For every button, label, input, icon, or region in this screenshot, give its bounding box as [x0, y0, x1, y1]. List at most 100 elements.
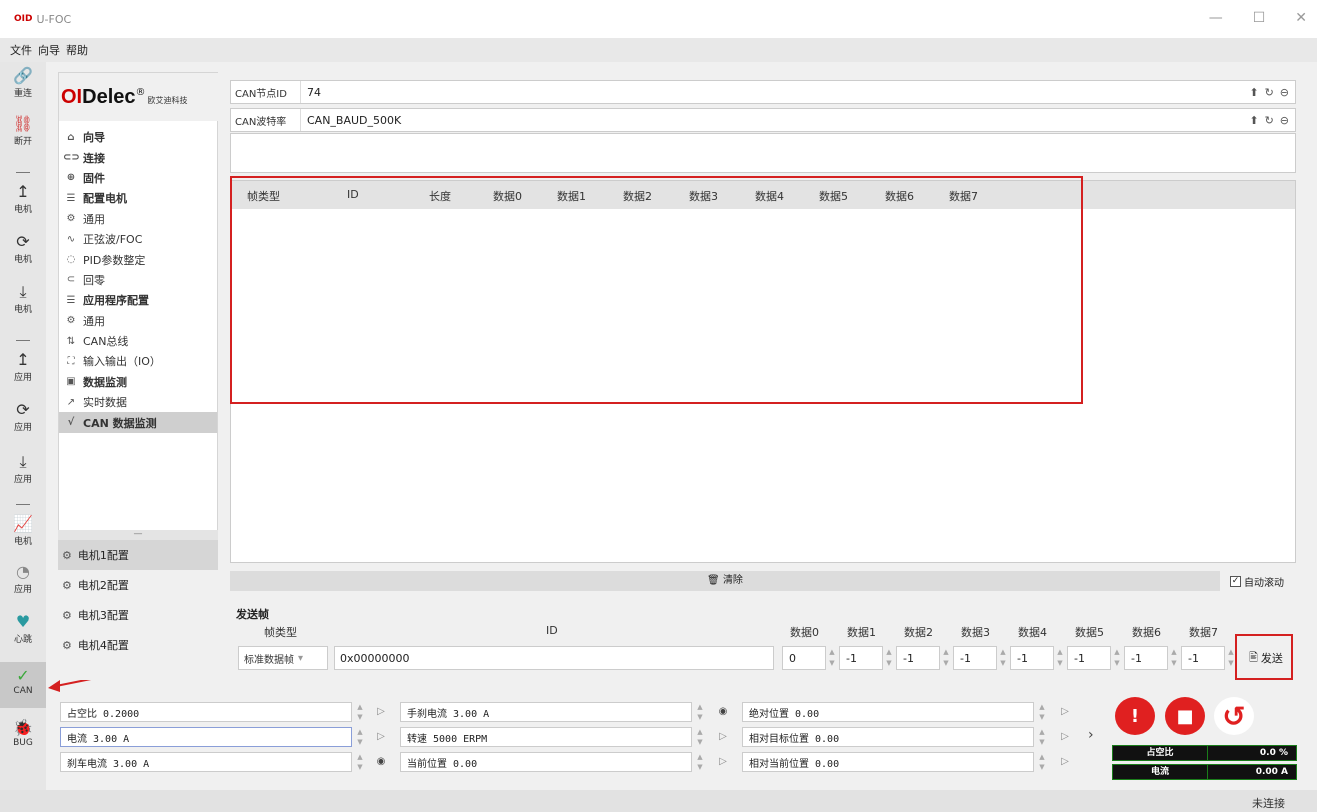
motor-1-config[interactable]: ⚙ 电机1配置 [58, 540, 218, 570]
send-data2-header: 数据2 [904, 626, 933, 639]
reconnect-button[interactable]: 🔗 重连 [0, 66, 46, 99]
motor-chart-button[interactable]: 📈 电机 [0, 514, 46, 547]
upload-icon[interactable]: ⬆ [1249, 86, 1258, 99]
motor-refresh-button[interactable]: ⟳ 电机 [0, 232, 46, 265]
can-baud-field[interactable]: CAN_BAUD_500K [301, 114, 1249, 127]
connection-status: 未连接 [1252, 797, 1285, 810]
data3-input[interactable]: -1 ▲ ▼ [953, 646, 1006, 670]
close-button[interactable]: ✕ [1295, 10, 1307, 26]
motor-3-config[interactable]: ⚙ 电机3配置 [58, 600, 218, 630]
app-download-button[interactable]: ⤓ 应用 [0, 452, 46, 485]
spinner-icon[interactable]: ▲ ▼ [1055, 647, 1065, 671]
spinner-icon[interactable]: ▲ ▼ [998, 647, 1008, 671]
relative-current-input[interactable]: 相对当前位置 0.00 [742, 752, 1034, 772]
stop-button[interactable]: ■ [1165, 697, 1205, 735]
handbrake-current-input[interactable]: 手刹电流 3.00 A [400, 702, 692, 722]
apply-relative-current-button[interactable]: ▷ [1056, 753, 1074, 771]
brake-current-input[interactable]: 刹车电流 3.00 A [60, 752, 352, 772]
spinner-icon[interactable]: ▲ ▼ [1036, 752, 1048, 772]
splitter-handle[interactable]: — [58, 530, 218, 540]
highlight-box [1235, 634, 1293, 680]
data1-input[interactable]: -1 ▲ ▼ [839, 646, 892, 670]
app-monitor-button[interactable]: ◔ 应用 [0, 562, 46, 595]
nav-item-realtime-data[interactable]: ↗ 实时数据 [59, 392, 217, 412]
heartbeat-button[interactable]: ♥ 心跳 [0, 612, 46, 645]
apply-absolute-button[interactable]: ▷ [1056, 703, 1074, 721]
menu-help[interactable]: 帮助 [66, 42, 88, 58]
motor-2-config[interactable]: ⚙ 电机2配置 [58, 570, 218, 600]
emergency-stop-button[interactable]: ! [1115, 697, 1155, 735]
bug-button[interactable]: 🐞 BUG [0, 718, 46, 748]
disconnect-button[interactable]: ⛓ 断开 [0, 114, 46, 147]
minimize-button[interactable]: — [1209, 10, 1223, 26]
chevron-right-icon[interactable]: › [1088, 727, 1094, 743]
nav-item-motor-general[interactable]: ⚙ 通用 [59, 209, 217, 229]
maximize-button[interactable]: ☐ [1253, 10, 1266, 26]
reset-icon[interactable]: ⊖ [1280, 86, 1289, 99]
apply-position-button[interactable]: ▷ [714, 753, 732, 771]
refresh-icon[interactable]: ↻ [1265, 86, 1274, 99]
motor-4-config[interactable]: ⚙ 电机4配置 [58, 630, 218, 660]
spinner-icon[interactable]: ▲ ▼ [1112, 647, 1122, 671]
refresh-icon[interactable]: ↻ [1265, 114, 1274, 127]
motor-upload-button[interactable]: ↥ 电机 [0, 182, 46, 215]
absolute-position-input[interactable]: 绝对位置 0.00 [742, 702, 1034, 722]
data5-input[interactable]: -1 ▲ ▼ [1067, 646, 1120, 670]
spinner-icon[interactable]: ▲ ▼ [694, 702, 706, 722]
send-id-input[interactable]: 0x00000000 [334, 646, 774, 670]
menu-wizard[interactable]: 向导 [38, 42, 60, 58]
nav-item-app-general[interactable]: ⚙ 通用 [59, 311, 217, 331]
reset-button[interactable]: ↺ [1214, 697, 1254, 735]
nav-item-can-monitor[interactable]: √ CAN 数据监测 [59, 412, 217, 433]
gear-icon: ⚙ [62, 578, 72, 592]
duty-input[interactable]: 占空比 0.2000 [60, 702, 352, 722]
nav-item-app-config[interactable]: ☰ 应用程序配置 [59, 290, 217, 310]
spinner-icon[interactable]: ▲ ▼ [1036, 727, 1048, 747]
can-node-id-field[interactable]: 74 [301, 86, 1249, 99]
upload-icon[interactable]: ⬆ [1249, 114, 1258, 127]
data0-input[interactable]: 0 ▲ ▼ [782, 646, 835, 670]
current-position-input[interactable]: 当前位置 0.00 [400, 752, 692, 772]
data4-input[interactable]: -1 ▲ ▼ [1010, 646, 1063, 670]
apply-speed-button[interactable]: ▷ [714, 728, 732, 746]
spinner-icon[interactable]: ▲ ▼ [354, 727, 366, 747]
app-refresh-button[interactable]: ⟳ 应用 [0, 400, 46, 433]
nav-item-motor-config[interactable]: ☰ 配置电机 [59, 188, 217, 208]
current-input[interactable]: 电流 3.00 A [60, 727, 352, 747]
apply-handbrake-button[interactable]: ◉ [714, 703, 732, 721]
nav-item-data-monitor[interactable]: ▣ 数据监测 [59, 372, 217, 392]
frame-type-select[interactable]: 标准数据帧 ▾ [238, 646, 328, 670]
spinner-icon[interactable]: ▲ ▼ [694, 727, 706, 747]
nav-item-firmware[interactable]: ⊕ 固件 [59, 168, 217, 188]
data7-input[interactable]: -1 ▲ ▼ [1181, 646, 1234, 670]
reset-icon[interactable]: ⊖ [1280, 114, 1289, 127]
auto-scroll-checkbox[interactable]: ✓ 自动滚动 [1230, 574, 1284, 589]
nav-item-homing[interactable]: ⊂ 回零 [59, 270, 217, 290]
nav-item-can-bus[interactable]: ⇅ CAN总线 [59, 331, 217, 351]
apply-current-button[interactable]: ▷ [372, 728, 390, 746]
spinner-icon[interactable]: ▲ ▼ [941, 647, 951, 671]
motor-download-button[interactable]: ⤓ 电机 [0, 282, 46, 315]
data6-input[interactable]: -1 ▲ ▼ [1124, 646, 1177, 670]
apply-duty-button[interactable]: ▷ [372, 703, 390, 721]
clear-button[interactable]: 🗑 清除 [230, 571, 1220, 591]
app-upload-button[interactable]: ↥ 应用 [0, 350, 46, 383]
relative-target-input[interactable]: 相对目标位置 0.00 [742, 727, 1034, 747]
spinner-icon[interactable]: ▲ ▼ [1169, 647, 1179, 671]
nav-item-connect[interactable]: ⊂⊃ 连接 [59, 147, 217, 167]
spinner-icon[interactable]: ▲ ▼ [827, 647, 837, 671]
spinner-icon[interactable]: ▲ ▼ [694, 752, 706, 772]
nav-item-io[interactable]: ⛶ 输入输出（IO） [59, 351, 217, 371]
spinner-icon[interactable]: ▲ ▼ [354, 702, 366, 722]
nav-item-pid[interactable]: ◌ PID参数整定 [59, 249, 217, 269]
spinner-icon[interactable]: ▲ ▼ [1036, 702, 1048, 722]
data2-input[interactable]: -1 ▲ ▼ [896, 646, 949, 670]
spinner-icon[interactable]: ▲ ▼ [884, 647, 894, 671]
nav-item-foc[interactable]: ∿ 正弦波/FOC [59, 229, 217, 249]
menu-file[interactable]: 文件 [10, 42, 32, 58]
apply-brake-button[interactable]: ◉ [372, 753, 390, 771]
nav-item-wizard[interactable]: ⌂ 向导 [59, 127, 217, 147]
speed-input[interactable]: 转速 5000 ERPM [400, 727, 692, 747]
apply-relative-target-button[interactable]: ▷ [1056, 728, 1074, 746]
spinner-icon[interactable]: ▲ ▼ [354, 752, 366, 772]
